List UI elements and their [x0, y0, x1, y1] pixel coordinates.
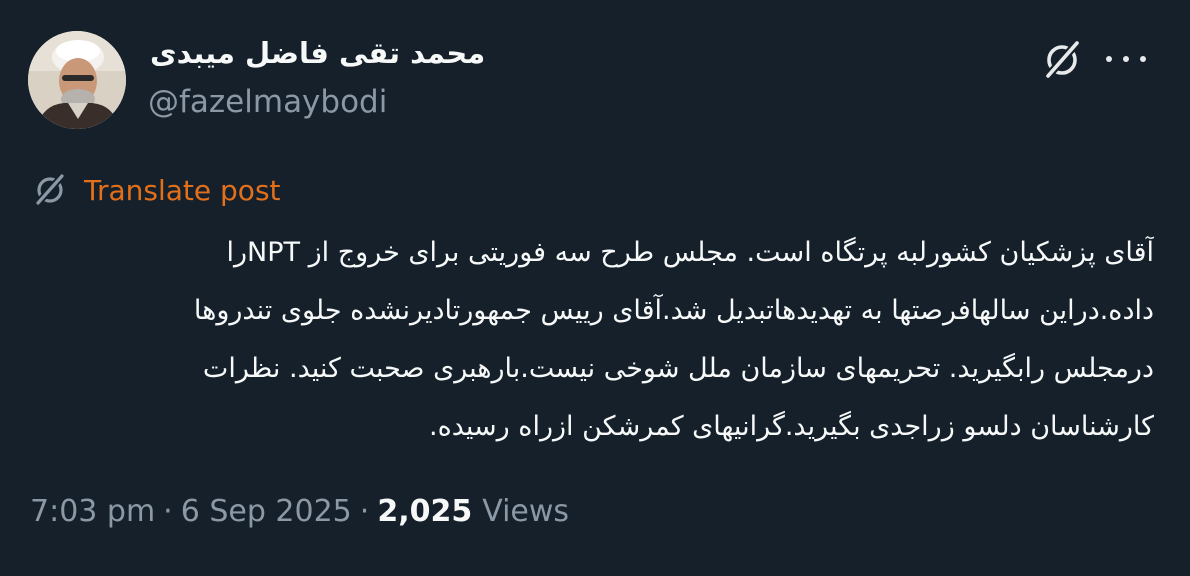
more-horizontal-icon[interactable]	[1106, 44, 1146, 74]
post-card: محمد تقی فاضل میبدی @fazelmaybodi Transl…	[0, 0, 1190, 576]
views-label: Views	[482, 494, 570, 529]
grok-slash-icon[interactable]	[1040, 38, 1084, 82]
post-meta: 7:03 pm · 6 Sep 2025 · 2,025 Views	[30, 494, 569, 529]
meta-separator: ·	[163, 494, 173, 529]
grok-icon-graphic	[1044, 40, 1081, 79]
author-handle[interactable]: @fazelmaybodi	[148, 84, 387, 120]
more-dot-icon	[1106, 56, 1112, 62]
translate-post-label: Translate post	[84, 173, 281, 207]
avatar-image	[28, 31, 126, 129]
post-date[interactable]: 6 Sep 2025	[181, 494, 352, 529]
post-text: آقای پزشکیان کشورلبه پرتگاه است. مجلس طر…	[30, 224, 1154, 456]
translate-post-button[interactable]: Translate post	[32, 170, 281, 210]
post-time[interactable]: 7:03 pm	[30, 494, 155, 529]
meta-separator: ·	[359, 494, 370, 529]
more-dot-icon	[1123, 56, 1129, 62]
post-text-line: داده.دراین سالهافرصتها به تهدیدهاتبدیل ش…	[193, 295, 1154, 326]
post-text-line: درمجلس رابگیرید. تحریمهای سازمان ملل شوخ…	[202, 353, 1154, 384]
views-count: 2,025	[377, 494, 473, 529]
post-text-line: آقای پزشکیان کشورلبه پرتگاه است. مجلس طر…	[226, 237, 1154, 268]
post-text-line: کارشناسان دلسو زراجدی بگیرید.گرانیهای کم…	[429, 411, 1154, 442]
author-display-name[interactable]: محمد تقی فاضل میبدی	[150, 36, 485, 70]
grok-slash-icon	[35, 173, 65, 206]
more-dot-icon	[1140, 56, 1146, 62]
avatar[interactable]	[28, 31, 126, 129]
